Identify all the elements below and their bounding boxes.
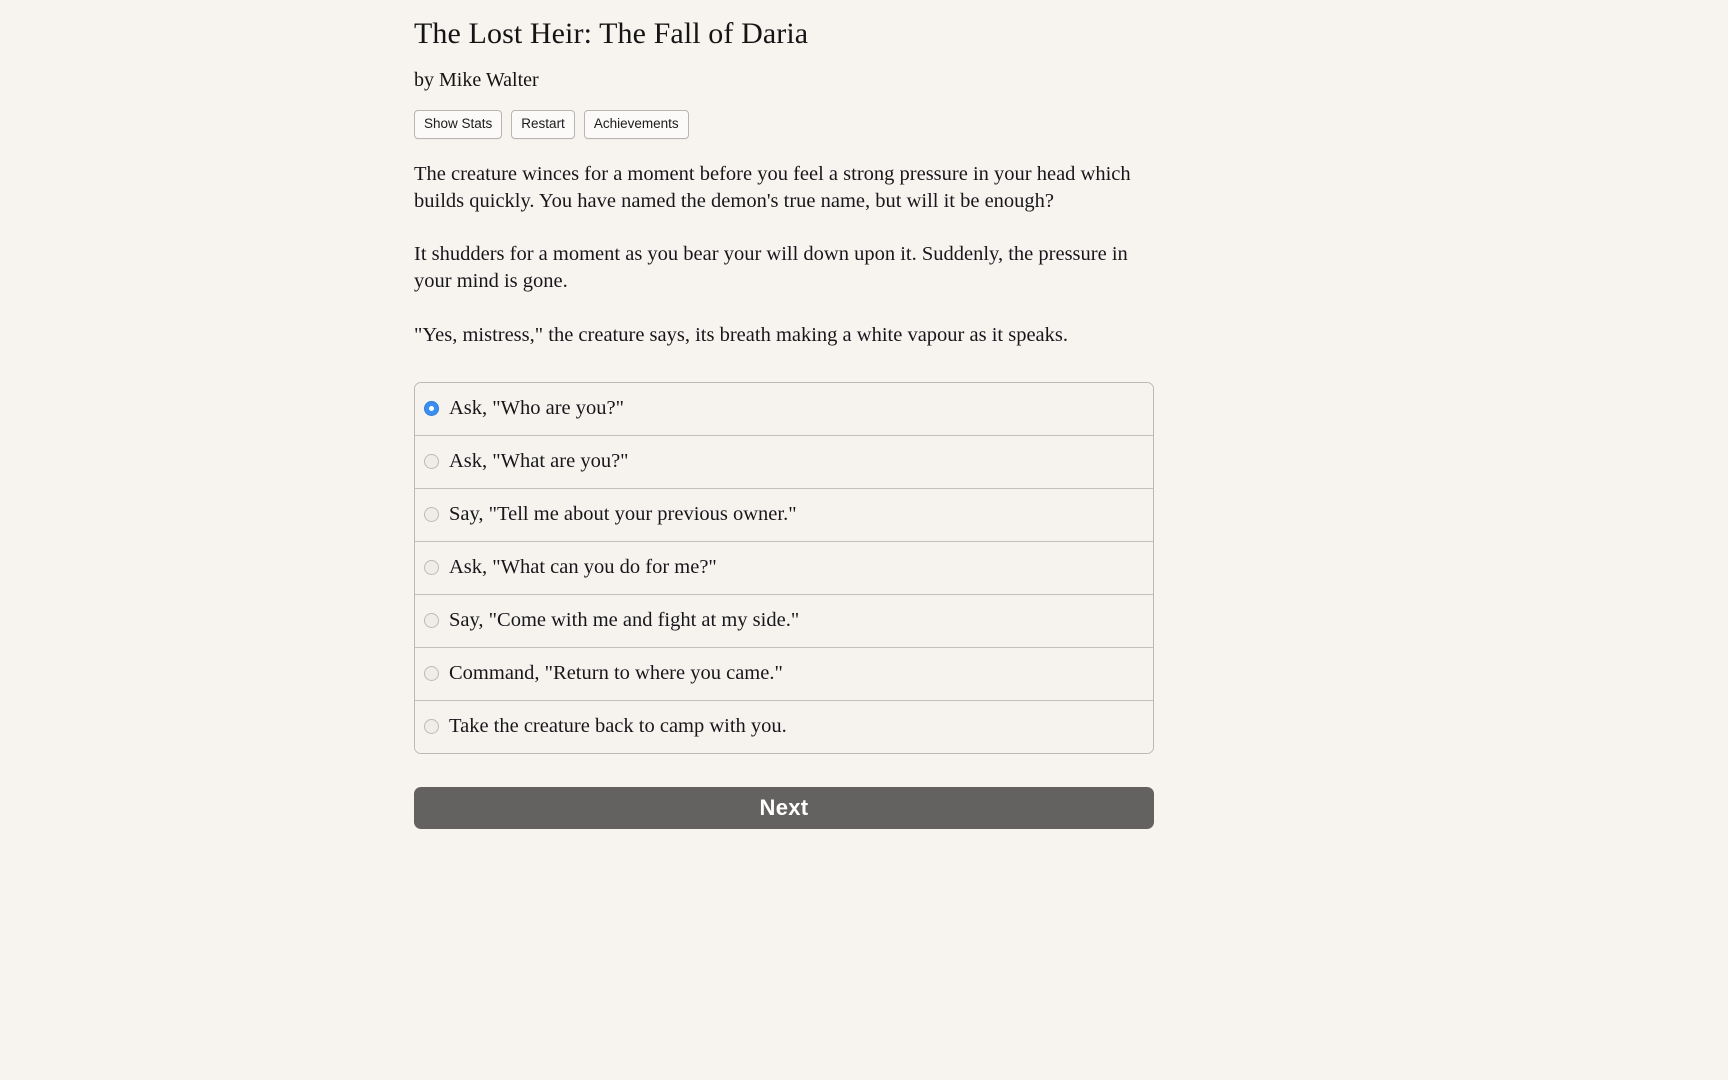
radio-icon[interactable] <box>424 454 439 470</box>
author-byline: by Mike Walter <box>414 69 539 91</box>
choice-option[interactable]: Take the creature back to camp with you. <box>415 699 1153 753</box>
radio-icon[interactable] <box>424 613 439 629</box>
game-page: The Lost Heir: The Fall of Daria by Mike… <box>0 0 1728 1080</box>
choice-list: Ask, "Who are you?" Ask, "What are you?"… <box>414 381 1154 754</box>
choice-label: Ask, "What are you?" <box>449 450 629 473</box>
choice-label: Command, "Return to where you came." <box>449 662 783 685</box>
restart-button[interactable]: Restart <box>511 110 575 139</box>
choice-label: Say, "Tell me about your previous owner.… <box>449 503 797 526</box>
radio-icon[interactable] <box>424 401 439 417</box>
choice-option[interactable]: Command, "Return to where you came." <box>415 646 1153 700</box>
choice-option[interactable]: Say, "Come with me and fight at my side.… <box>415 593 1153 647</box>
story-paragraph: The creature winces for a moment before … <box>414 162 1131 212</box>
radio-icon[interactable] <box>424 666 439 682</box>
choice-option[interactable]: Ask, "What are you?" <box>415 434 1153 488</box>
story-text: The creature winces for a moment before … <box>414 161 1154 349</box>
show-stats-button[interactable]: Show Stats <box>414 110 503 139</box>
choice-option[interactable]: Ask, "What can you do for me?" <box>415 540 1153 594</box>
toolbar: Show Stats Restart Achievements <box>414 110 1154 139</box>
choice-label: Say, "Come with me and fight at my side.… <box>449 609 800 632</box>
story-paragraph: It shudders for a moment as you bear you… <box>414 243 1128 293</box>
choice-option[interactable]: Ask, "Who are you?" <box>415 382 1153 435</box>
radio-icon[interactable] <box>424 719 439 735</box>
radio-icon[interactable] <box>424 560 439 576</box>
choice-label: Ask, "What can you do for me?" <box>449 556 717 579</box>
story-paragraph: "Yes, mistress," the creature says, its … <box>414 323 1068 346</box>
achievements-button[interactable]: Achievements <box>583 110 689 139</box>
radio-icon[interactable] <box>424 507 439 523</box>
choice-option[interactable]: Say, "Tell me about your previous owner.… <box>415 487 1153 541</box>
choice-label: Take the creature back to camp with you. <box>449 715 787 738</box>
page-title: The Lost Heir: The Fall of Daria <box>414 17 809 50</box>
choice-label: Ask, "Who are you?" <box>449 397 624 420</box>
next-button[interactable]: Next <box>414 786 1154 829</box>
main-column: The Lost Heir: The Fall of Daria by Mike… <box>414 0 1154 829</box>
